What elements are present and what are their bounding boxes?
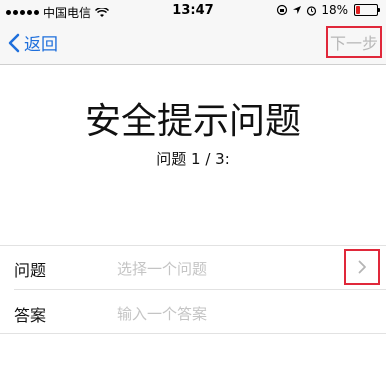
chevron-right-icon bbox=[358, 260, 366, 274]
question-row[interactable]: 问题 选择一个问题 bbox=[0, 245, 386, 289]
next-button[interactable]: 下一步 bbox=[326, 26, 382, 58]
answer-label: 答案 bbox=[14, 306, 47, 325]
question-select[interactable]: 选择一个问题 bbox=[117, 258, 207, 279]
next-button-label: 下一步 bbox=[329, 34, 378, 53]
status-bar: 中国电信 13:47 18% bbox=[0, 0, 386, 22]
divider bbox=[0, 333, 386, 334]
battery-level bbox=[356, 6, 360, 14]
back-button-label: 返回 bbox=[24, 35, 58, 55]
question-disclosure-button[interactable] bbox=[344, 249, 380, 285]
chevron-left-icon bbox=[8, 33, 20, 52]
battery-icon bbox=[354, 4, 380, 16]
status-right: 18% bbox=[276, 3, 380, 17]
orientation-lock-icon bbox=[277, 4, 288, 16]
page-title: 安全提示问题 bbox=[84, 101, 301, 142]
alarm-icon bbox=[307, 5, 317, 16]
question-label: 问题 bbox=[14, 261, 47, 280]
answer-input[interactable]: 输入一个答案 bbox=[117, 303, 207, 324]
battery-percent: 18% bbox=[321, 3, 348, 17]
back-button[interactable]: 返回 bbox=[8, 30, 58, 55]
location-icon bbox=[293, 6, 302, 14]
answer-row[interactable]: 答案 输入一个答案 bbox=[14, 289, 386, 334]
question-progress: 问题 1 / 3: bbox=[156, 150, 230, 168]
security-question-form: 问题 选择一个问题 答案 输入一个答案 bbox=[0, 245, 386, 334]
nav-bar: 返回 下一步 bbox=[0, 22, 386, 65]
